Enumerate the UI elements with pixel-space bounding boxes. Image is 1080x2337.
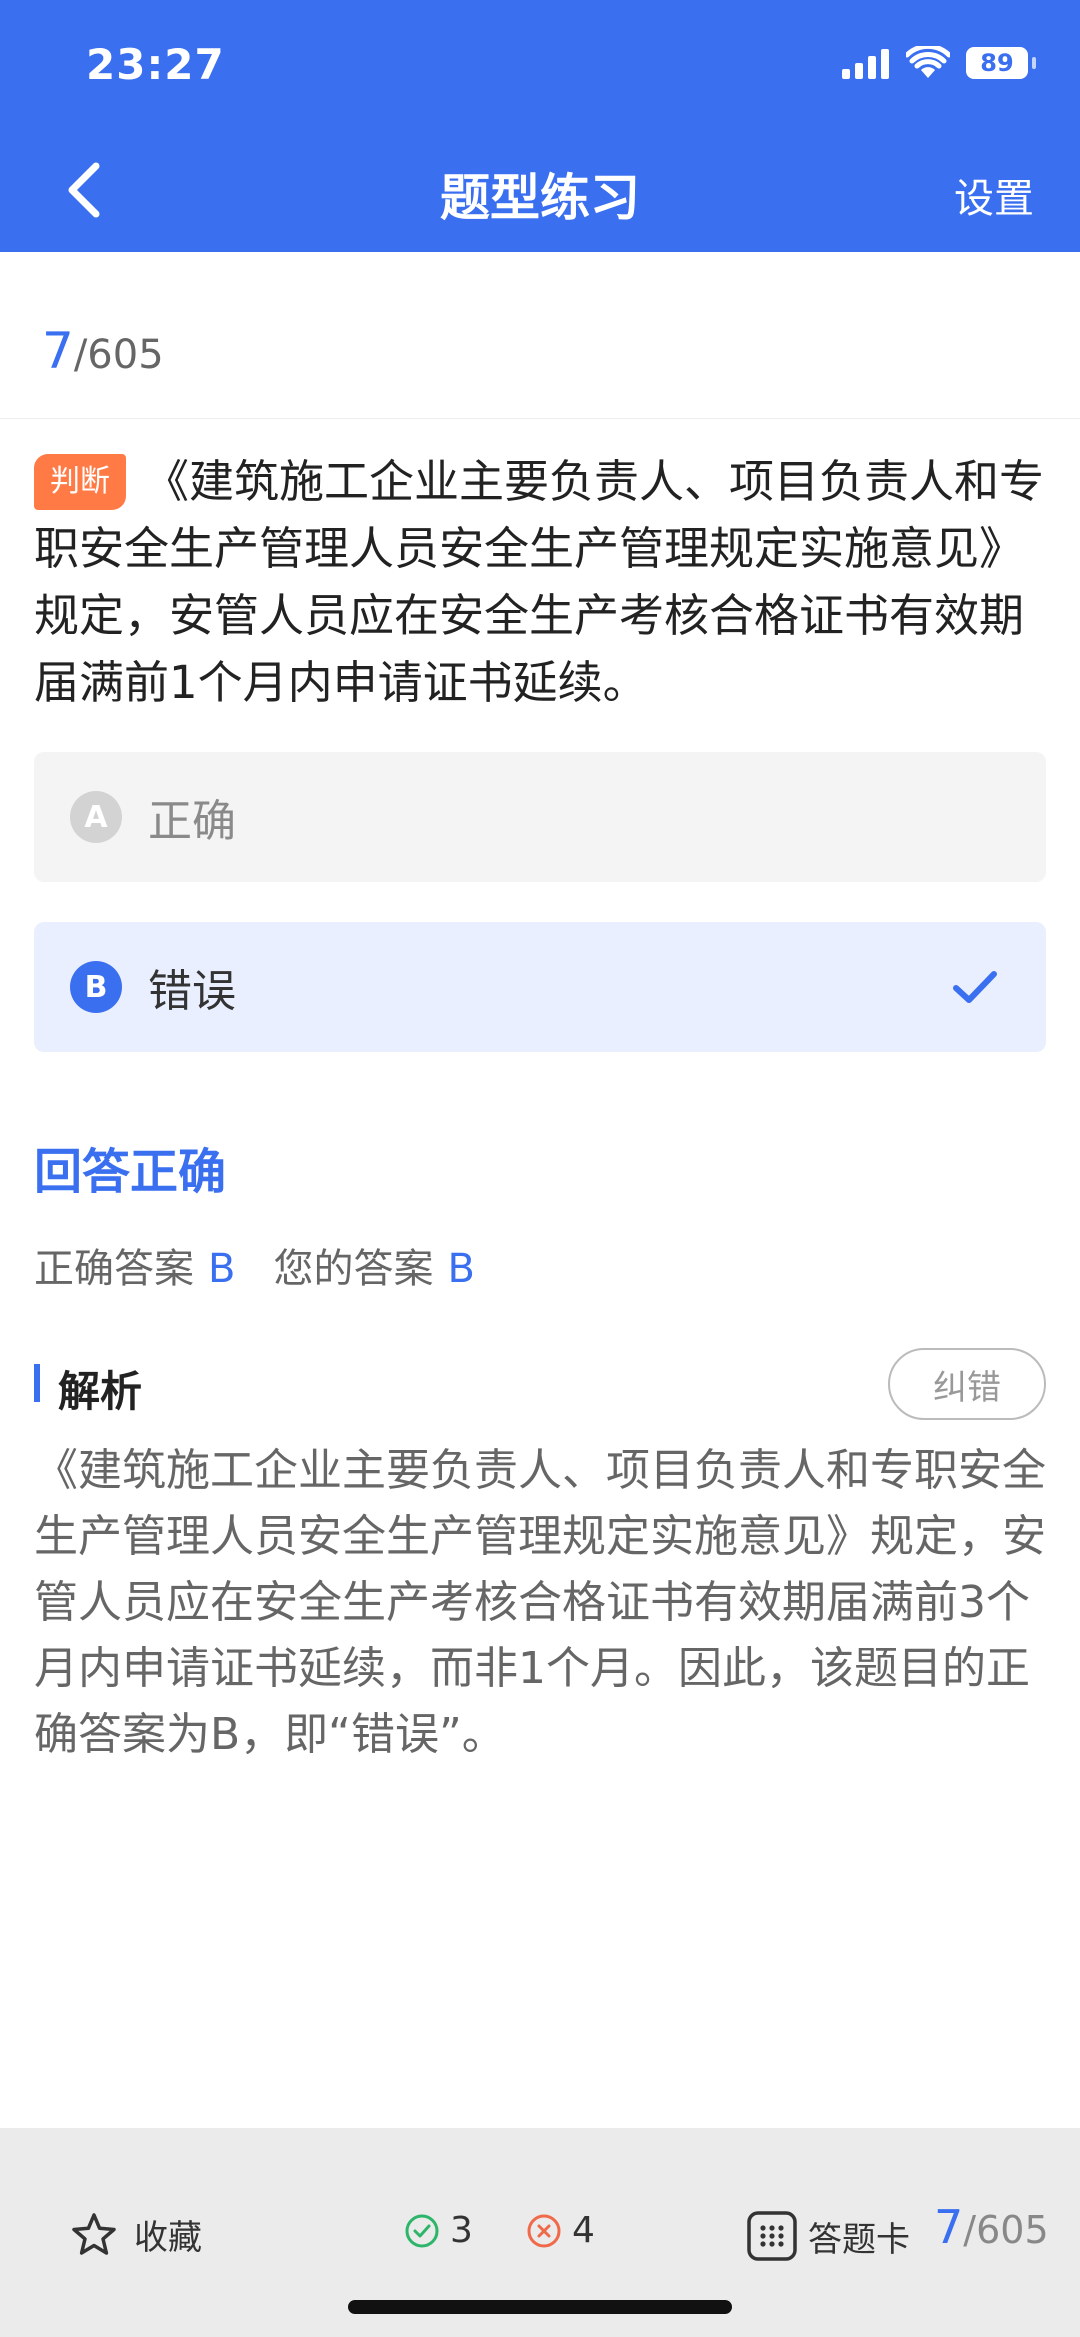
correct-count-value: 3 [450,2210,473,2251]
bottom-question-counter: 7/605 [934,2200,1049,2254]
option-text: 正确 [148,796,236,847]
answer-summary: 正确答案 B 您的答案 B [34,1236,475,1294]
battery-level: 89 [980,49,1014,77]
correct-answer-value: B [208,1246,236,1292]
your-answer-label: 您的答案 [273,1246,434,1292]
option-a[interactable]: A 正确 [34,752,1046,882]
analysis-title: 解析 [58,1367,143,1416]
home-indicator[interactable] [348,2300,732,2314]
bottom-total: /605 [963,2208,1049,2252]
page-title: 题型练习 [440,169,640,227]
option-b[interactable]: B 错误 [34,922,1046,1052]
result-title: 回答正确 [34,1144,227,1200]
checkmark-icon [953,971,997,1003]
your-answer-value: B [447,1246,475,1292]
bottom-current-number: 7 [934,2200,964,2254]
analysis-text: 《建筑施工企业主要负责人、项目负责人和专职安全生产管理人员安全生产管理规定实施意… [34,1445,1046,1760]
correct-count: 3 [404,2210,473,2251]
wrong-count-value: 4 [572,2210,595,2251]
total-questions: /605 [73,332,164,378]
check-circle-icon [405,2214,439,2247]
signal-icon [842,49,889,79]
wifi-icon [906,46,950,78]
grid-icon [747,2211,797,2261]
analysis-accent-bar [34,1364,40,1402]
divider [0,418,1080,419]
favorite-label: 收藏 [134,2218,202,2258]
correct-answer-label: 正确答案 [34,1246,194,1292]
report-error-button[interactable]: 纠错 [888,1348,1046,1420]
question-counter: 7/605 [42,322,164,380]
settings-button[interactable]: 设置 [954,166,1034,224]
current-question-number: 7 [42,322,74,380]
battery-icon: 89 [966,47,1036,79]
question: 判断 《建筑施工企业主要负责人、项目负责人和专职安全生产管理人员安全生产管理规定实… [34,448,1049,716]
option-letter: A [70,791,122,843]
favorite-button[interactable]: 收藏 [70,2210,202,2259]
status-icons: 89 [842,46,1036,80]
star-icon [72,2212,116,2255]
question-type-tag: 判断 [34,454,126,510]
question-text: 《建筑施工企业主要负责人、项目负责人和专职安全生产管理人员安全生产管理规定实施意… [34,455,1045,709]
option-letter: B [70,961,122,1013]
option-text: 错误 [148,966,236,1017]
status-time: 23:27 [86,40,225,89]
answer-card-button[interactable]: 答题卡 [746,2210,910,2262]
answer-card-label: 答题卡 [808,2219,910,2260]
wrong-count: 4 [526,2210,595,2251]
x-circle-icon [527,2214,561,2247]
app-header: 23:27 89 题型练习 设置 [0,0,1080,252]
